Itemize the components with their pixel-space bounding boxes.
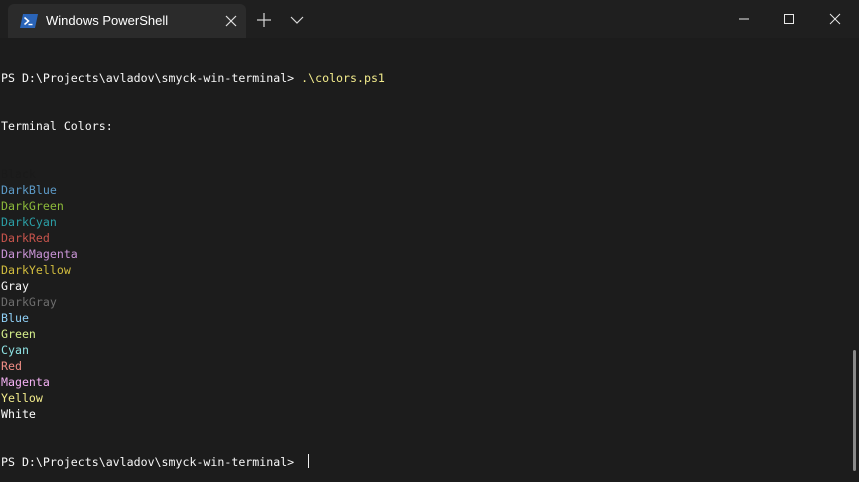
close-window-button[interactable] (812, 0, 858, 38)
color-line-black: Black (1, 167, 36, 181)
color-line-yellow: Yellow (1, 391, 43, 405)
close-icon (829, 13, 841, 25)
output-header: Terminal Colors: (1, 119, 113, 133)
command-text: .\colors.ps1 (301, 71, 385, 85)
final-prompt-line: PS D:\Projects\avladov\smyck-win-termina… (1, 454, 385, 470)
terminal-window: Windows PowerShell PS D:\Projects\avlado… (0, 0, 859, 482)
minimize-icon (739, 18, 749, 20)
title-bar[interactable]: Windows PowerShell (0, 0, 859, 38)
color-line-darkmagenta: DarkMagenta (1, 247, 78, 261)
maximize-button[interactable] (766, 0, 812, 38)
color-line-green: Green (1, 327, 36, 341)
color-line-magenta: Magenta (1, 375, 50, 389)
chevron-down-icon[interactable] (288, 11, 306, 29)
close-icon[interactable] (222, 12, 240, 30)
plus-icon[interactable] (255, 11, 273, 29)
color-line-gray: Gray (1, 279, 29, 293)
minimize-button[interactable] (721, 0, 767, 38)
color-line-darkcyan: DarkCyan (1, 215, 57, 229)
color-line-white: White (1, 407, 36, 421)
terminal-output[interactable]: PS D:\Projects\avladov\smyck-win-termina… (0, 38, 859, 482)
color-list: Black DarkBlue DarkGreen DarkCyan DarkRed Dar… (1, 166, 385, 422)
terminal-lines: PS D:\Projects\avladov\smyck-win-termina… (1, 38, 385, 482)
color-line-darkyellow: DarkYellow (1, 263, 71, 277)
text-cursor (308, 454, 310, 468)
command-line: PS D:\Projects\avladov\smyck-win-termina… (1, 70, 385, 86)
scrollbar-thumb[interactable] (853, 350, 856, 471)
color-line-red: Red (1, 359, 22, 373)
final-prompt-text: PS D:\Projects\avladov\smyck-win-termina… (1, 455, 302, 469)
powershell-icon (20, 13, 38, 29)
color-line-blue: Blue (1, 311, 29, 325)
maximize-icon (784, 14, 794, 24)
prompt-text: PS D:\Projects\avladov\smyck-win-termina… (1, 71, 302, 85)
color-line-darkblue: DarkBlue (1, 183, 57, 197)
color-line-cyan: Cyan (1, 343, 29, 357)
color-line-darkgreen: DarkGreen (1, 199, 64, 213)
tab-powershell[interactable]: Windows PowerShell (8, 4, 246, 38)
color-line-darkred: DarkRed (1, 231, 50, 245)
tab-title: Windows PowerShell (46, 13, 169, 28)
color-line-darkgray: DarkGray (1, 295, 57, 309)
